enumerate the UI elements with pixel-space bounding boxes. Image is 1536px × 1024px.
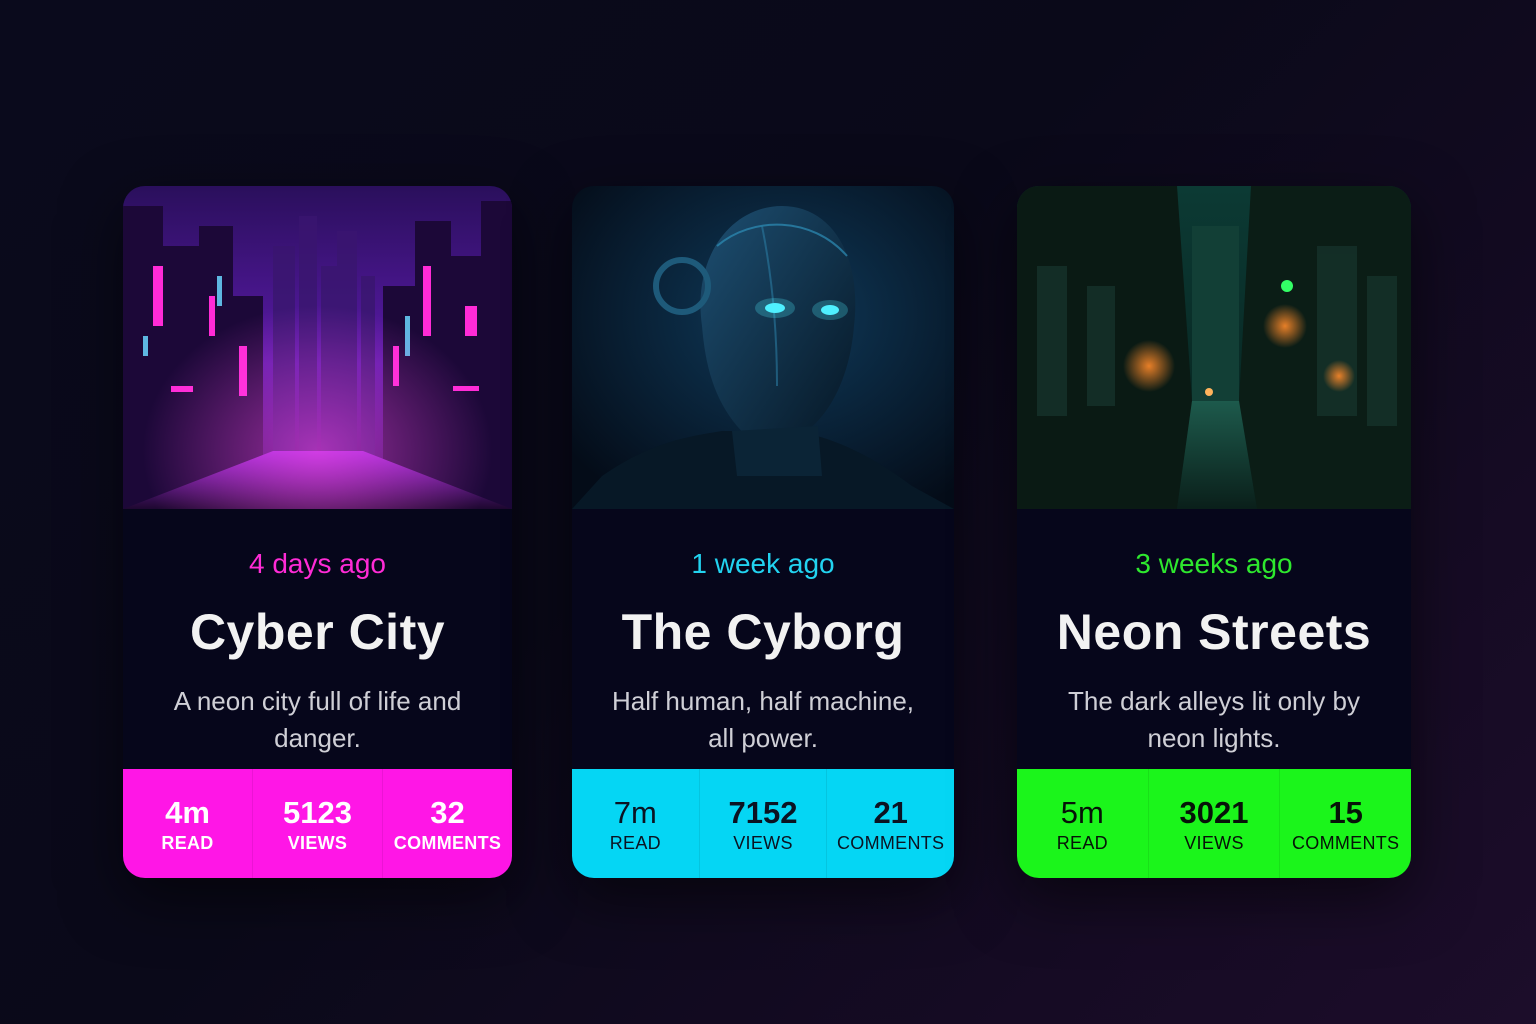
card-description: A neon city full of life and danger.	[173, 686, 462, 753]
stat-value: 3021	[1179, 794, 1249, 830]
card-image-dark-alley[interactable]	[1017, 186, 1411, 509]
published-time: 3 weeks ago	[1135, 548, 1293, 579]
stat-label: READ	[1056, 832, 1108, 853]
card-image-neon-city[interactable]	[123, 186, 512, 509]
stat-label: READ	[161, 832, 214, 853]
stats-bar: 7m READ 7152 VIEWS 21 COMMENTS	[572, 769, 954, 878]
stat-comments[interactable]: 32 COMMENTS	[382, 769, 512, 878]
stat-value: 15	[1328, 794, 1363, 830]
article-card-neon-streets[interactable]: 3 weeks ago Neon Streets The dark alleys…	[1017, 186, 1411, 878]
card-description: The dark alleys lit only by neon lights.	[1068, 686, 1360, 753]
stat-value: 32	[430, 794, 465, 830]
stats-bar: 5m READ 3021 VIEWS 15 COMMENTS	[1017, 769, 1411, 878]
stat-label: VIEWS	[287, 832, 348, 853]
stat-value: 7m	[613, 794, 657, 830]
stat-label: VIEWS	[1184, 832, 1244, 853]
stat-label: READ	[609, 832, 661, 853]
stat-value: 21	[873, 794, 908, 830]
stat-value: 4m	[165, 794, 210, 830]
stat-read-time: 4m READ	[123, 769, 252, 878]
published-time: 4 days ago	[249, 548, 386, 579]
article-card-cyber-city[interactable]: 4 days ago Cyber City A neon city full o…	[123, 186, 512, 878]
stat-value: 7152	[728, 794, 798, 830]
card-description: Half human, half machine, all power.	[611, 686, 915, 753]
article-card-the-cyborg[interactable]: 1 week ago The Cyborg Half human, half m…	[572, 186, 954, 878]
stat-label: COMMENTS	[1291, 832, 1400, 853]
stat-value: 5123	[283, 794, 352, 830]
stat-views: 5123 VIEWS	[252, 769, 382, 878]
stat-label: COMMENTS	[393, 832, 502, 853]
card-title[interactable]: The Cyborg	[572, 603, 954, 661]
card-image-cyborg[interactable]	[572, 186, 954, 509]
stat-views: 7152 VIEWS	[698, 769, 827, 878]
stat-comments[interactable]: 21 COMMENTS	[826, 769, 954, 878]
stats-bar: 4m READ 5123 VIEWS 32 COMMENTS	[123, 769, 512, 878]
stat-value: 5m	[1060, 794, 1104, 830]
stat-comments[interactable]: 15 COMMENTS	[1279, 769, 1411, 878]
stat-label: COMMENTS	[836, 832, 945, 853]
card-title[interactable]: Neon Streets	[1017, 603, 1411, 661]
stat-label: VIEWS	[733, 832, 793, 853]
stat-read-time: 5m READ	[1017, 769, 1148, 878]
stat-read-time: 7m READ	[572, 769, 699, 878]
stat-views: 3021 VIEWS	[1147, 769, 1280, 878]
card-title[interactable]: Cyber City	[123, 603, 512, 661]
published-time: 1 week ago	[691, 548, 835, 579]
